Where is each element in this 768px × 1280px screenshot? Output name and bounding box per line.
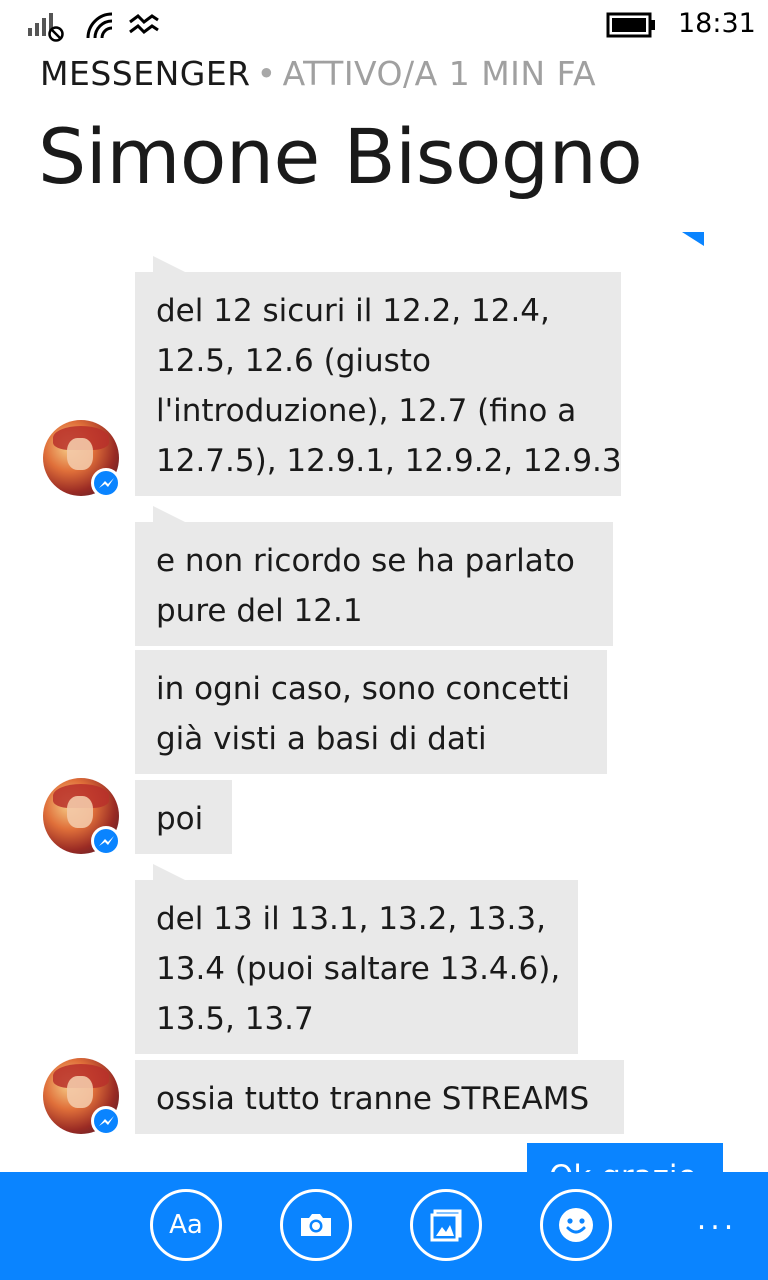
contact-name[interactable]: Simone Bisogno	[38, 112, 643, 201]
message-text: già visti a basi di dati	[156, 721, 487, 757]
emoji-button[interactable]	[540, 1189, 612, 1261]
avatar-face	[67, 438, 93, 470]
status-separator: •	[256, 54, 277, 93]
signal-no-sim-icon	[28, 13, 64, 42]
avatar-face	[67, 796, 93, 828]
active-status: ATTIVO/A 1 MIN FA	[282, 54, 597, 93]
data-icon	[129, 14, 159, 34]
messenger-badge-icon	[91, 826, 121, 856]
avatar[interactable]	[43, 1058, 121, 1136]
font-icon: Aa	[169, 1210, 203, 1240]
message-bubble[interactable]: ossia tutto tranne STREAMS	[135, 1060, 624, 1134]
photo-icon	[430, 1209, 462, 1242]
photo-button[interactable]	[410, 1189, 482, 1261]
avatar[interactable]	[43, 778, 121, 856]
emoji-icon	[559, 1208, 593, 1242]
message-bubble[interactable]: e non ricordo se ha parlato pure del 12.…	[135, 506, 613, 646]
camera-icon	[301, 1214, 331, 1236]
scroll-indicator	[682, 232, 704, 246]
avatar-face	[67, 1076, 93, 1108]
avatar[interactable]	[43, 420, 121, 498]
status-bar: 18:31	[0, 0, 768, 50]
message-text: 12.7.5), 12.9.1, 12.9.2, 12.9.3	[156, 443, 622, 479]
battery-icon	[606, 12, 655, 38]
message-text: del 13 il 13.1, 13.2, 13.3,	[156, 901, 546, 937]
message-text: 13.5, 13.7	[156, 1001, 314, 1037]
message-text: in ogni caso, sono concetti	[156, 671, 571, 707]
app-bar: Aa ...	[0, 1172, 768, 1280]
message-text: l'introduzione), 12.7 (fino a	[156, 393, 577, 429]
message-bubble[interactable]: poi	[135, 780, 232, 854]
message-text: poi	[156, 801, 204, 837]
message-text: del 12 sicuri il 12.2, 12.4,	[156, 293, 550, 329]
font-button[interactable]: Aa	[150, 1189, 222, 1261]
message-text: 13.4 (puoi saltare 13.4.6),	[156, 951, 561, 987]
message-bubble[interactable]: del 12 sicuri il 12.2, 12.4, 12.5, 12.6 …	[135, 256, 622, 496]
more-options-button[interactable]: ...	[692, 1202, 742, 1242]
messenger-badge-icon	[91, 468, 121, 498]
status-time: 18:31	[678, 8, 756, 39]
message-text: e non ricordo se ha parlato	[156, 543, 575, 579]
app-name: MESSENGER	[40, 54, 251, 93]
message-text: 12.5, 12.6 (giusto	[156, 343, 431, 379]
message-text: pure del 12.1	[156, 593, 363, 629]
message-bubble[interactable]: del 13 il 13.1, 13.2, 13.3, 13.4 (puoi s…	[135, 864, 578, 1054]
camera-button[interactable]	[280, 1189, 352, 1261]
message-text: ossia tutto tranne STREAMS	[156, 1081, 590, 1117]
app-status-line: MESSENGER • ATTIVO/A 1 MIN FA	[40, 54, 596, 93]
messenger-badge-icon	[91, 1106, 121, 1136]
wifi-icon	[86, 12, 113, 39]
message-bubble[interactable]: in ogni caso, sono concetti già visti a …	[135, 650, 607, 774]
